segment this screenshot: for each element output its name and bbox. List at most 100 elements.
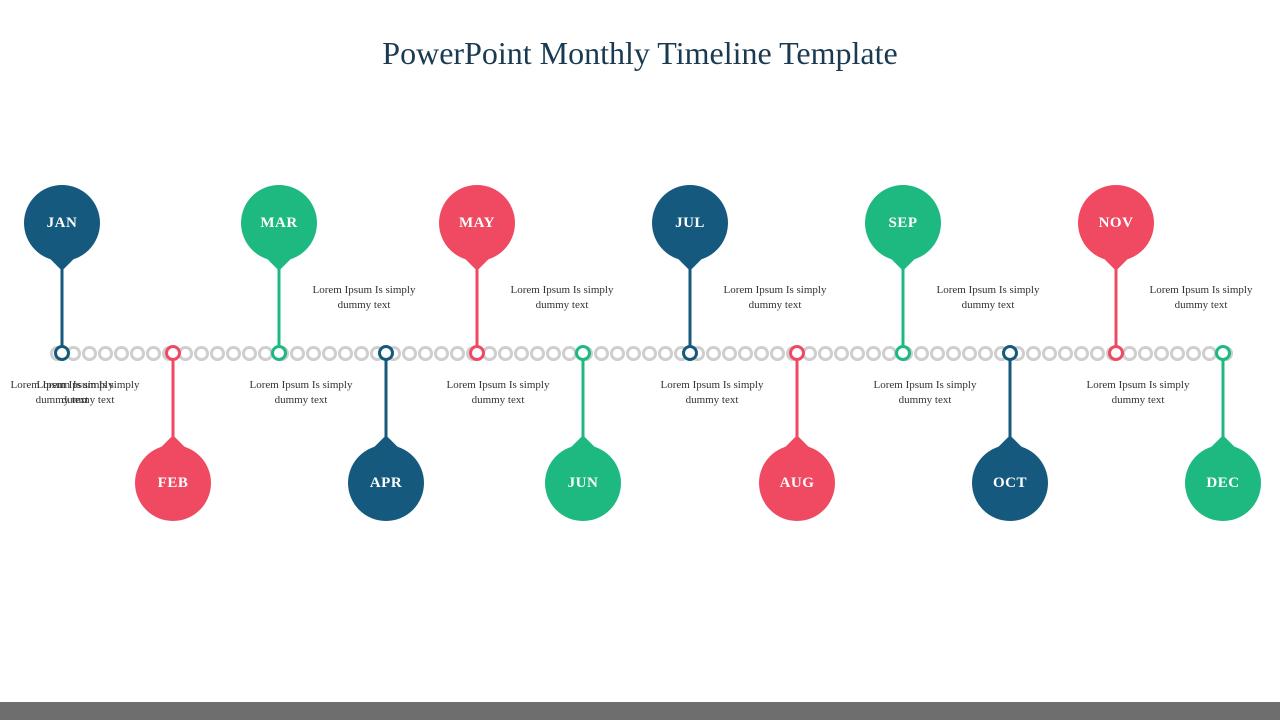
timeline-bead xyxy=(850,346,865,361)
timeline-bead xyxy=(962,346,977,361)
timeline-bead xyxy=(434,346,449,361)
month-balloon-aug: AUG xyxy=(759,445,835,521)
month-balloon-apr: APR xyxy=(348,445,424,521)
timeline-node xyxy=(469,345,485,361)
month-description: Lorem Ipsum Is simply dummy text xyxy=(933,283,1043,313)
month-balloon-jan: JAN xyxy=(24,185,100,261)
month-balloon-feb: FEB xyxy=(135,445,211,521)
timeline-bead xyxy=(1138,346,1153,361)
month-description: Lorem Ipsum Is simply dummy text xyxy=(1146,283,1256,313)
timeline-bead xyxy=(722,346,737,361)
timeline-bead xyxy=(1058,346,1073,361)
month-balloon-mar: MAR xyxy=(241,185,317,261)
month-description: Lorem Ipsum Is simply dummy text xyxy=(246,378,356,408)
timeline-node xyxy=(271,345,287,361)
timeline-bead xyxy=(1186,346,1201,361)
timeline-stem xyxy=(278,258,281,348)
timeline-bead xyxy=(1074,346,1089,361)
month-description: Lorem Ipsum Is simply dummy text xyxy=(443,378,553,408)
month-label: APR xyxy=(370,475,402,492)
timeline-bead xyxy=(1090,346,1105,361)
month-label: AUG xyxy=(780,475,815,492)
timeline-node xyxy=(378,345,394,361)
month-label: MAR xyxy=(260,215,297,232)
timeline-node xyxy=(54,345,70,361)
timeline-bead xyxy=(194,346,209,361)
month-label: JUL xyxy=(675,215,705,232)
timeline-bead xyxy=(978,346,993,361)
footer-bar xyxy=(0,702,1280,720)
month-balloon-nov: NOV xyxy=(1078,185,1154,261)
timeline-bead xyxy=(1042,346,1057,361)
timeline-bead-row xyxy=(50,346,1233,361)
month-description: Lorem Ipsum Is simply dummy text xyxy=(1083,378,1193,408)
month-description: Lorem Ipsum Is simply dummy text xyxy=(309,283,419,313)
timeline-stem xyxy=(689,258,692,348)
month-balloon-sep: SEP xyxy=(865,185,941,261)
timeline-bead xyxy=(914,346,929,361)
timeline-bead xyxy=(498,346,513,361)
timeline-bead xyxy=(1170,346,1185,361)
timeline-bead xyxy=(354,346,369,361)
timeline-bead xyxy=(418,346,433,361)
timeline-bead xyxy=(946,346,961,361)
timeline-bead xyxy=(642,346,657,361)
timeline-bead xyxy=(706,346,721,361)
timeline-bead xyxy=(930,346,945,361)
timeline-node xyxy=(895,345,911,361)
timeline-bead xyxy=(290,346,305,361)
timeline-bead xyxy=(754,346,769,361)
timeline-node xyxy=(575,345,591,361)
month-balloon-jun: JUN xyxy=(545,445,621,521)
month-balloon-dec: DEC xyxy=(1185,445,1261,521)
month-balloon-may: MAY xyxy=(439,185,515,261)
month-label: FEB xyxy=(158,475,189,492)
timeline-bead xyxy=(306,346,321,361)
month-label: SEP xyxy=(888,215,917,232)
timeline-bead xyxy=(1026,346,1041,361)
timeline-stem xyxy=(1115,258,1118,348)
timeline-bead xyxy=(546,346,561,361)
month-description: Lorem Ipsum Is simply dummy text xyxy=(720,283,830,313)
timeline-bead xyxy=(338,346,353,361)
timeline-node xyxy=(1002,345,1018,361)
month-label: JUN xyxy=(568,475,599,492)
timeline-node xyxy=(165,345,181,361)
timeline-bead xyxy=(626,346,641,361)
timeline-bead xyxy=(594,346,609,361)
timeline-bead xyxy=(450,346,465,361)
timeline-bead xyxy=(514,346,529,361)
timeline-bead xyxy=(1122,346,1137,361)
timeline-node xyxy=(682,345,698,361)
month-label: JAN xyxy=(47,215,78,232)
timeline-bead xyxy=(818,346,833,361)
month-label: NOV xyxy=(1099,215,1134,232)
timeline-bead xyxy=(658,346,673,361)
timeline-node xyxy=(1108,345,1124,361)
month-label: MAY xyxy=(459,215,495,232)
timeline-stem xyxy=(476,258,479,348)
timeline-bead xyxy=(834,346,849,361)
timeline-bead xyxy=(866,346,881,361)
timeline-bead xyxy=(242,346,257,361)
timeline-diagram: JAN Lorem Ipsum Is simply dummy text FEB Lo… xyxy=(0,0,1280,720)
timeline-bead xyxy=(530,346,545,361)
timeline-bead xyxy=(130,346,145,361)
timeline-bead xyxy=(610,346,625,361)
timeline-stem xyxy=(902,258,905,348)
timeline-bead xyxy=(322,346,337,361)
timeline-node xyxy=(1215,345,1231,361)
timeline-bead xyxy=(402,346,417,361)
timeline-node xyxy=(789,345,805,361)
month-description: Lorem Ipsum Is simply dummy text xyxy=(33,378,143,408)
timeline-bead xyxy=(226,346,241,361)
timeline-bead xyxy=(1154,346,1169,361)
month-description: Lorem Ipsum Is simply dummy text xyxy=(870,378,980,408)
month-balloon-oct: OCT xyxy=(972,445,1048,521)
timeline-bead xyxy=(770,346,785,361)
month-description: Lorem Ipsum Is simply dummy text xyxy=(657,378,767,408)
month-label: DEC xyxy=(1206,475,1239,492)
timeline-bead xyxy=(82,346,97,361)
month-label: OCT xyxy=(993,475,1027,492)
month-balloon-jul: JUL xyxy=(652,185,728,261)
